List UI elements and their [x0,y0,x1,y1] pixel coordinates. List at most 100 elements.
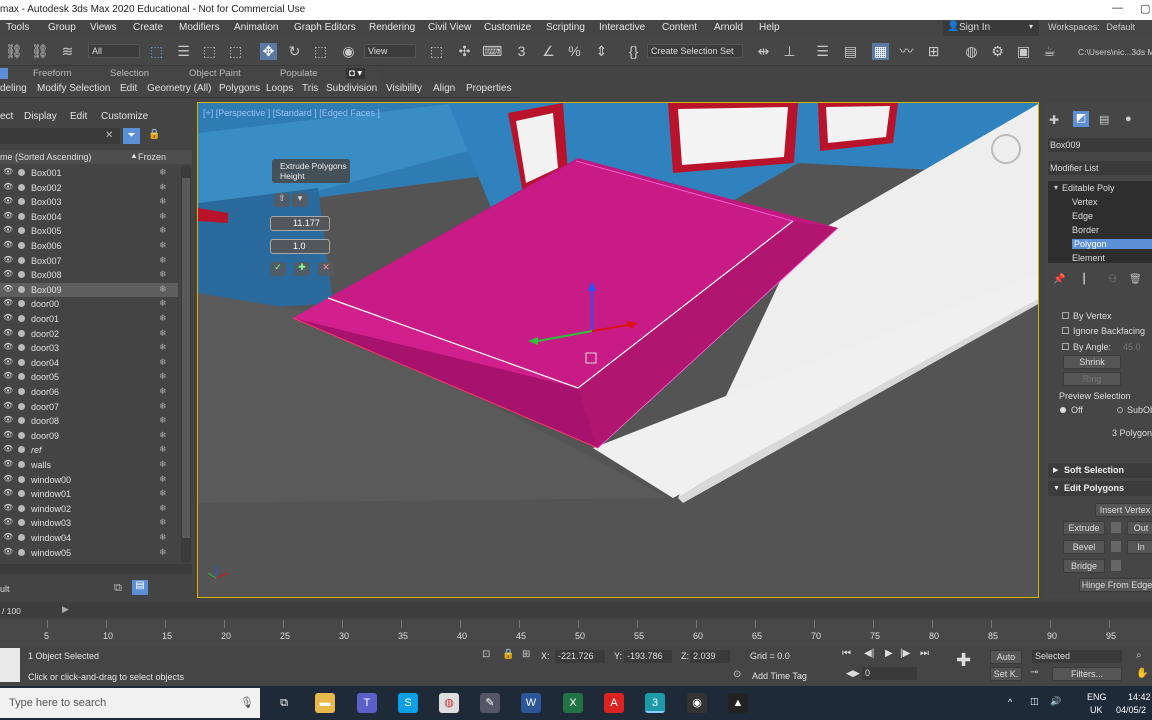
stack-vertex[interactable]: Vertex [1072,197,1098,207]
hinge-from-edge-button[interactable]: Hinge From Edge [1079,578,1152,592]
menu-graph-editors[interactable]: Graph Editors [294,22,356,33]
render-dot-icon[interactable] [18,198,25,206]
menu-help[interactable]: Help [759,22,780,33]
visibility-eye-icon[interactable]: 👁 [3,357,13,366]
photos-icon[interactable]: ▲ [728,693,748,713]
freeze-icon[interactable]: ❄ [159,225,167,236]
list-item[interactable]: 👁 door00 ❄ [0,297,178,312]
show-end-result-icon[interactable]: ┃ [1081,274,1087,285]
scene-explorer-toggle-icon[interactable]: ☰ [814,43,831,60]
time-slider[interactable]: / 100 ▶ [0,602,1152,618]
visibility-eye-icon[interactable]: 👁 [3,488,13,497]
freeze-icon[interactable]: ❄ [159,167,167,178]
render-dot-icon[interactable] [18,373,25,381]
stack-edge[interactable]: Edge [1072,211,1093,221]
perspective-viewport[interactable]: [+] [Perspective ] [Standard ] [Edged Fa… [197,102,1039,598]
visibility-eye-icon[interactable]: 👁 [3,240,13,249]
make-unique-icon[interactable]: ⚇ [1108,274,1117,285]
menu-customize[interactable]: Customize [484,22,531,33]
render-dot-icon[interactable] [18,417,25,425]
select-move-icon[interactable]: ✥ [260,43,277,60]
preview-subobj-radio[interactable] [1117,407,1123,413]
teams-icon[interactable]: T [357,693,377,713]
list-item[interactable]: 👁 door07 ❄ [0,400,178,415]
bind-space-warp-icon[interactable]: ≋ [59,43,76,60]
render-dot-icon[interactable] [18,212,25,220]
add-time-tag[interactable]: Add Time Tag [752,671,807,681]
chrome-icon[interactable]: ◍ [439,693,459,713]
freeze-icon[interactable]: ❄ [159,357,167,368]
unlink-icon[interactable]: ⛓ [31,43,49,60]
explorer-horizontal-scrollbar[interactable] [0,564,192,574]
render-dot-icon[interactable] [18,490,25,498]
pin-stack-icon[interactable]: 📌 [1053,274,1065,285]
auto-key-button[interactable]: Auto [990,650,1022,664]
selection-region-icon[interactable]: ⬚ [201,43,218,60]
schematic-view-icon[interactable]: ⊞ [925,43,942,60]
extrude-button[interactable]: Extrude [1063,521,1105,535]
menu-content[interactable]: Content [662,22,697,33]
microphone-icon[interactable]: 🎙 [240,688,254,718]
spinner-snap-icon[interactable]: ⇕ [593,43,610,60]
render-dot-icon[interactable] [18,431,25,439]
stack-polygon[interactable]: Polygon [1072,239,1152,249]
panel-modify-selection[interactable]: Modify Selection [37,83,110,94]
render-dot-icon[interactable] [18,519,25,527]
key-mode-icon[interactable]: ◀▶ [846,668,860,679]
filter-icon[interactable]: ⏷ [123,128,140,144]
list-item[interactable]: 👁 door03 ❄ [0,341,178,356]
isolate-icon[interactable]: ⊡ [482,649,490,660]
create-tab-icon[interactable]: ✚ [1049,113,1059,127]
freeze-icon[interactable]: ❄ [159,284,167,295]
material-editor-icon[interactable]: ◍ [963,43,980,60]
freeze-icon[interactable]: ❄ [159,488,167,499]
freeze-icon[interactable]: ❄ [159,240,167,251]
previous-frame-icon[interactable]: ◀| [864,648,874,659]
visibility-eye-icon[interactable]: 👁 [3,532,13,541]
visibility-eye-icon[interactable]: 👁 [3,269,13,278]
freeze-icon[interactable]: ❄ [159,474,167,485]
input-region[interactable]: UK [1090,705,1103,715]
render-dot-icon[interactable] [18,183,25,191]
filters-button[interactable]: Filters... [1052,667,1122,681]
bridge-button[interactable]: Bridge [1063,559,1105,573]
project-path[interactable]: C:\Users\nic...3ds Max [1078,47,1152,57]
render-dot-icon[interactable] [18,402,25,410]
render-dot-icon[interactable] [18,344,25,352]
render-dot-icon[interactable] [18,271,25,279]
tab-populate[interactable]: Populate [280,68,318,79]
visibility-eye-icon[interactable]: 👁 [3,547,13,556]
menu-views[interactable]: Views [90,22,117,33]
play-icon[interactable]: ▶ [885,648,893,659]
lock-icon[interactable]: 🔒 [148,129,160,140]
tab-freeform[interactable]: Freeform [33,68,72,79]
extrude-group-icon[interactable]: ⇧ [274,193,290,207]
freeze-icon[interactable]: ❄ [159,415,167,426]
keyboard-shortcut-icon[interactable]: ⌨ [482,43,502,60]
edit-named-selection-icon[interactable]: {} [625,43,642,60]
visibility-eye-icon[interactable]: 👁 [3,225,13,234]
list-item[interactable]: 👁 window01 ❄ [0,487,178,502]
list-item[interactable]: 👁 door01 ❄ [0,312,178,327]
freeze-icon[interactable]: ❄ [159,196,167,207]
ok-check-icon[interactable]: ✓ [270,262,286,276]
menu-tools[interactable]: Tools [6,22,29,33]
panel-visibility[interactable]: Visibility [386,83,422,94]
apply-plus-icon[interactable]: ✚ [294,262,310,276]
explorer-tab-customize[interactable]: Customize [101,111,148,122]
bevel-settings-icon[interactable] [1111,541,1121,552]
visibility-eye-icon[interactable]: 👁 [3,401,13,410]
sign-in-dropdown[interactable]: Sign In ▾ 👤 [943,21,1039,36]
current-frame-field[interactable]: 0 [862,667,917,680]
link-icon[interactable]: ⛓ [5,43,23,60]
freeze-icon[interactable]: ❄ [159,255,167,266]
list-item[interactable]: 👁 Box003 ❄ [0,195,178,210]
track-bar[interactable]: 5 10 15 20 25 30 35 40 45 50 55 60 65 70 75 80 85 90 95 [0,620,1152,646]
3ds-max-taskbar-icon[interactable]: 3 [645,693,665,713]
set-key-button[interactable]: Set K. [990,667,1022,681]
render-dot-icon[interactable] [18,329,25,337]
go-to-start-icon[interactable]: ⏮ [842,648,851,659]
visibility-eye-icon[interactable]: 👁 [3,342,13,351]
panel-modeling[interactable]: deling [0,83,27,94]
mirror-icon[interactable]: ⇹ [755,43,772,60]
